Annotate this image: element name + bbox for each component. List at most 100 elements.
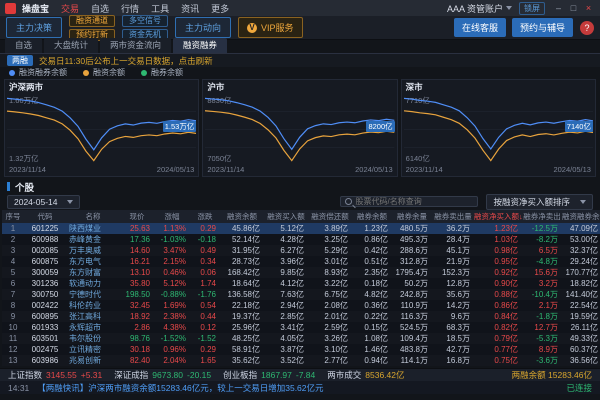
column-header-5[interactable]: 涨跌 <box>190 210 220 223</box>
toolbar-right-button-0[interactable]: 在线客服 <box>454 18 506 37</box>
table-cell: 1.08亿 <box>352 333 392 344</box>
menu-item-2[interactable]: 行情 <box>115 2 145 15</box>
account-selector[interactable]: AAA 资管账户 <box>447 2 512 15</box>
vip-icon: V <box>247 23 257 33</box>
table-cell: 17.36 <box>120 234 154 245</box>
indices: 上证指数3145.55+5.31深证成指9673.80-20.15创业板指186… <box>8 369 405 381</box>
chart-ymin: 1.32万亿 <box>9 153 39 164</box>
table-cell: 0.79亿 <box>474 333 522 344</box>
table-cell: 0.94亿 <box>352 355 392 366</box>
table-row[interactable]: 2600988赤峰黄金17.36-1.03%-0.1852.14亿4.28亿3.… <box>2 234 600 245</box>
refresh-notice[interactable]: 交易日11:30后公布上一交易日数据，点击刷新 <box>39 55 213 67</box>
column-header-10[interactable]: 融券余量 <box>392 210 432 223</box>
table-cell: 3.10亿 <box>308 344 352 355</box>
date-select[interactable]: 2024-05-14 <box>7 195 80 209</box>
search-input[interactable] <box>355 197 473 206</box>
table-row[interactable]: 10601933永辉超市2.864.38%0.1225.96亿3.41亿2.59… <box>2 322 600 333</box>
column-header-11[interactable]: 融券卖出量 <box>432 210 474 223</box>
table-cell: 7.63亿 <box>264 289 308 300</box>
help-icon[interactable]: ? <box>580 21 594 35</box>
sort-select[interactable]: 按融资净买入额排序 <box>486 194 593 210</box>
table-cell: 13 <box>2 355 24 366</box>
table-cell: 300750 <box>24 289 66 300</box>
table-cell: 3.41亿 <box>264 322 308 333</box>
maximize-icon[interactable]: □ <box>567 3 580 13</box>
column-header-2[interactable]: 名称 <box>66 210 120 223</box>
column-header-12[interactable]: 融资净买入额↓ <box>474 210 522 223</box>
table-cell: 60.37亿 <box>562 344 600 355</box>
column-header-8[interactable]: 融资偿还额 <box>308 210 352 223</box>
column-header-0[interactable]: 序号 <box>2 210 24 223</box>
table-row[interactable]: 5300059东方财富13.100.46%0.06168.42亿9.85亿8.9… <box>2 267 600 278</box>
table-cell: 9.85亿 <box>264 267 308 278</box>
index-item-0: 上证指数3145.55+5.31 <box>8 369 102 381</box>
close-icon[interactable]: × <box>582 3 595 13</box>
column-header-1[interactable]: 代码 <box>24 210 66 223</box>
table-row[interactable]: 4600875东方电气16.212.15%0.3428.73亿3.96亿3.01… <box>2 256 600 267</box>
table-cell: 1795.4万 <box>392 267 432 278</box>
tab-0[interactable]: 自选 <box>5 38 42 53</box>
vip-service-button[interactable]: V VIP服务 <box>238 17 303 38</box>
table-row[interactable]: 13603986兆易创新82.402.04%1.6535.62亿3.52亿2.7… <box>2 355 600 366</box>
column-header-9[interactable]: 融券余额 <box>352 210 392 223</box>
index-change: -20.15 <box>187 370 211 380</box>
table-cell: 50.2万 <box>392 278 432 289</box>
minimize-icon[interactable]: – <box>552 3 565 13</box>
table-cell: 47.09亿 <box>562 223 600 234</box>
chart-plot[interactable]: 1.66万亿 1.32万亿 1.53万亿 <box>7 94 196 165</box>
menu-item-3[interactable]: 工具 <box>145 2 175 15</box>
menu-item-0[interactable]: 交易 <box>55 2 85 15</box>
table-cell: 29.24亿 <box>562 256 600 267</box>
table-cell: 3.87亿 <box>264 344 308 355</box>
table-row[interactable]: 8002422科伦药业32.451.69%0.5422.18亿2.94亿2.08… <box>2 300 600 311</box>
main-flow-button[interactable]: 主力动向 <box>175 17 231 38</box>
chart-plot[interactable]: 8830亿 7050亿 8200亿 <box>205 94 394 165</box>
menu-item-5[interactable]: 更多 <box>205 2 235 15</box>
table-cell: 242.8万 <box>392 289 432 300</box>
legend-item-0: 融资融券余额 <box>9 67 67 78</box>
index-value: 8536.42亿 <box>365 369 404 381</box>
news-ticker[interactable]: 【两融快讯】沪深两市融资余额15283.46亿元，较上一交易日增加35.62亿元 <box>37 382 558 394</box>
stack-button-1-0[interactable]: 多空信号 <box>122 15 168 27</box>
table-cell: 168.42亿 <box>220 267 264 278</box>
lock-screen-button[interactable]: 锁屏 <box>519 2 545 15</box>
table-row[interactable]: 3002085万丰奥威14.603.47%0.4931.95亿6.27亿5.29… <box>2 245 600 256</box>
table-cell: -1.52 <box>190 333 220 344</box>
table-cell: -10.4万 <box>522 289 562 300</box>
table-row[interactable]: 9600895张江高科18.922.38%0.4419.37亿2.85亿2.01… <box>2 311 600 322</box>
table-cell: 0.96% <box>154 344 190 355</box>
table-cell: 36.2万 <box>432 223 474 234</box>
table-cell: 601933 <box>24 322 66 333</box>
app-name: 操盘宝 <box>22 2 49 15</box>
table-cell: 1.65 <box>190 355 220 366</box>
column-header-4[interactable]: 涨幅 <box>154 210 190 223</box>
table-cell: 002422 <box>24 300 66 311</box>
column-header-7[interactable]: 融资买入额 <box>264 210 308 223</box>
section-accent <box>7 182 10 191</box>
table-row[interactable]: 6301236软通动力35.805.12%1.7418.64亿4.12亿3.22… <box>2 278 600 289</box>
stack-button-0-0[interactable]: 融资通道 <box>69 15 115 27</box>
main-strategy-button[interactable]: 主力决策 <box>6 17 62 38</box>
table-cell: 12 <box>2 344 24 355</box>
table-row[interactable]: 11603501韦尔股份98.76-1.52%-1.5248.25亿4.05亿3… <box>2 333 600 344</box>
column-header-3[interactable]: 现价 <box>120 210 154 223</box>
table-row[interactable]: 12002475立讯精密30.180.96%0.2958.91亿3.87亿3.1… <box>2 344 600 355</box>
menu-item-1[interactable]: 自选 <box>85 2 115 15</box>
menu-item-4[interactable]: 资讯 <box>175 2 205 15</box>
tab-2[interactable]: 两市资金流向 <box>100 38 171 53</box>
search-icon <box>345 198 352 205</box>
tab-3[interactable]: 融资融券 <box>173 38 227 53</box>
table-row[interactable]: 1601225陕西煤业25.631.13%0.2945.86亿5.12亿3.89… <box>2 223 600 234</box>
toolbar-right-button-1[interactable]: 预约与辅导 <box>512 18 573 37</box>
table-cell: 5.12% <box>154 278 190 289</box>
chart-plot[interactable]: 7710亿 6140亿 7140亿 <box>404 94 593 165</box>
column-header-13[interactable]: 融券净卖出 <box>522 210 562 223</box>
column-header-6[interactable]: 融资余额 <box>220 210 264 223</box>
table-cell: 5.29亿 <box>308 245 352 256</box>
tab-1[interactable]: 大盘统计 <box>44 38 98 53</box>
date-row: 2024-05-14 按融资净买入额排序 <box>0 193 600 210</box>
column-header-14[interactable]: 融资融券余额 <box>562 210 600 223</box>
table-cell: 4.28亿 <box>264 234 308 245</box>
table-row[interactable]: 7300750宁德时代198.50-0.88%-1.76136.58亿7.63亿… <box>2 289 600 300</box>
table-cell: 0.49 <box>190 245 220 256</box>
